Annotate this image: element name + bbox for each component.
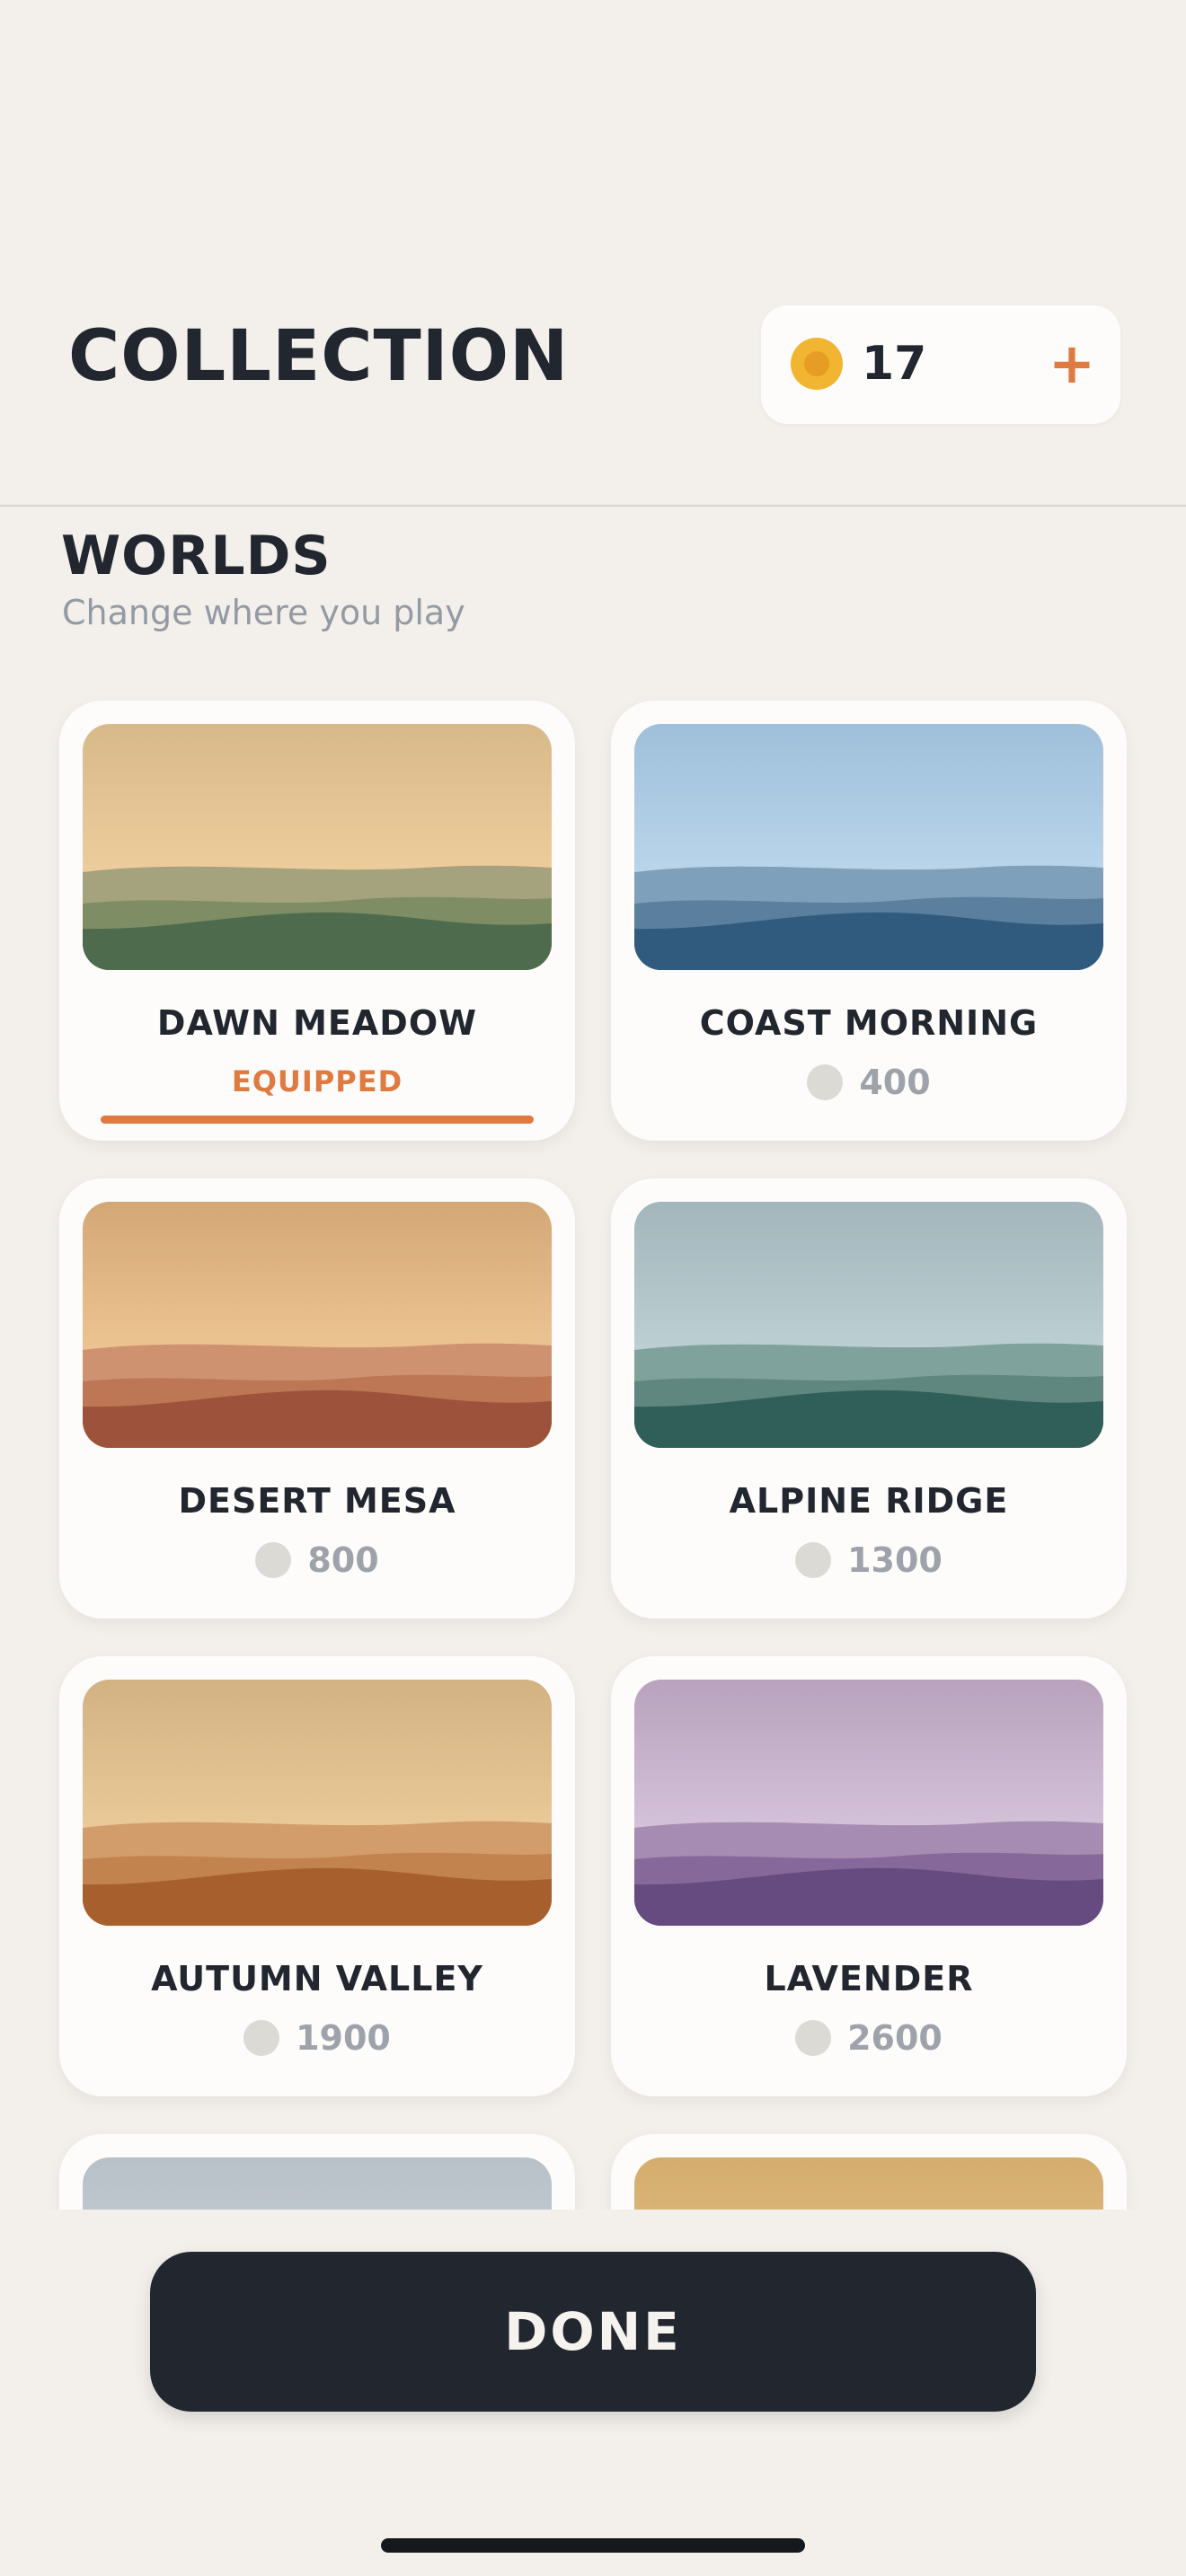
coin-count: 17 [862,337,927,391]
world-thumbnail [634,2157,1103,2210]
world-card[interactable] [59,2134,575,2210]
add-coins-button[interactable]: + [1045,332,1099,395]
world-name: AUTUMN VALLEY [151,1959,483,1998]
coin-icon [807,1064,844,1100]
world-thumbnail [83,2157,552,2210]
world-price: 800 [59,1538,575,1583]
price-amount: 1300 [847,1540,943,1580]
world-name: DAWN MEADOW [156,1003,478,1043]
coin-icon [795,1542,832,1578]
world-card[interactable]: DESERT MESA 800 [59,1178,575,1619]
world-card[interactable] [611,2134,1127,2210]
header: COLLECTION 17 + [0,0,1186,506]
world-card[interactable]: AUTUMN VALLEY 1900 [59,1656,575,2096]
world-name: DESERT MESA [178,1481,456,1521]
world-card[interactable]: LAVENDER 2600 [611,1656,1127,2096]
world-thumbnail [634,1680,1103,1926]
section-subtitle: Change where you play [62,593,465,632]
coin-icon [791,338,843,390]
world-card[interactable]: DAWN MEADOW EQUIPPED [59,701,575,1141]
world-price: 400 [611,1060,1127,1105]
price-amount: 2600 [847,2018,943,2058]
world-price: 1900 [59,2016,575,2060]
equipped-label: EQUIPPED [231,1064,403,1098]
coin-icon [243,2020,280,2056]
home-indicator [381,2538,805,2553]
price-amount: 1900 [296,2018,391,2058]
coin-balance[interactable]: 17 + [761,305,1120,424]
price-amount: 800 [307,1540,379,1580]
world-thumbnail [83,1202,552,1448]
world-price: 2600 [611,2016,1127,2060]
world-thumbnail [634,1202,1103,1448]
page-title: COLLECTION [68,316,570,397]
world-card[interactable]: COAST MORNING 400 [611,701,1127,1141]
world-thumbnail [634,724,1103,970]
coin-icon [795,2020,832,2056]
done-button[interactable]: DONE [150,2252,1036,2412]
world-card[interactable]: ALPINE RIDGE 1300 [611,1178,1127,1619]
worlds-scroll-area[interactable]: WORLDS Change where you play DAWN MEADOW… [0,507,1186,2210]
section-title: WORLDS [61,525,332,587]
coin-icon [255,1542,292,1578]
world-name: COAST MORNING [699,1003,1039,1043]
price-amount: 400 [859,1063,931,1102]
world-thumbnail [83,1680,552,1926]
world-name: ALPINE RIDGE [729,1481,1009,1521]
world-thumbnail [83,724,552,970]
world-price: 1300 [611,1538,1127,1583]
world-name: LAVENDER [764,1959,974,1998]
equipped-indicator [101,1116,534,1124]
